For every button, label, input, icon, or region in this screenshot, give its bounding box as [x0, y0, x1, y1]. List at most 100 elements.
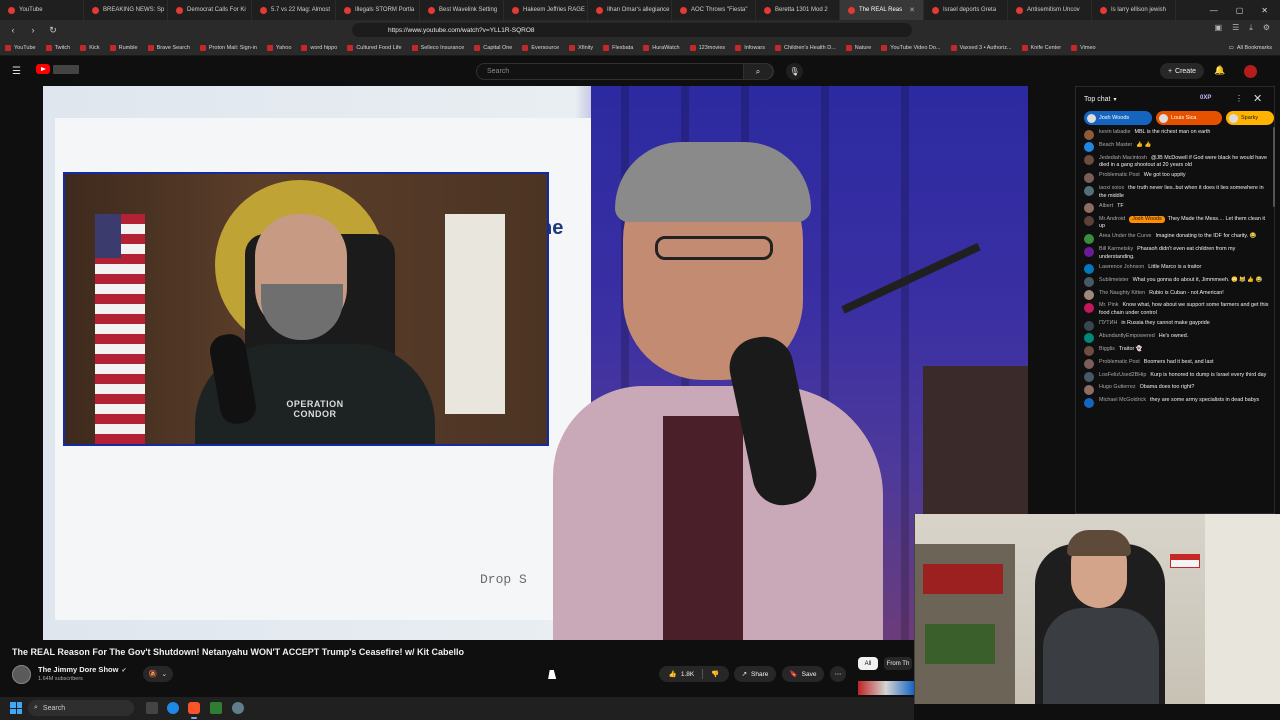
chat-author-avatar[interactable] [1084, 397, 1094, 408]
bookmark-item[interactable]: Yahoo [262, 44, 297, 51]
thumbs-up-icon[interactable]: 👍 [669, 670, 677, 678]
chat-author-name[interactable]: Beach Master [1099, 142, 1132, 148]
like-count[interactable]: 1.8K [681, 671, 694, 678]
save-button[interactable]: 🔖 Save [782, 666, 824, 682]
bookmark-item[interactable]: word hippo [296, 44, 342, 51]
chat-author-avatar[interactable] [1084, 172, 1094, 183]
chat-message[interactable]: AbundantlyEmpowered He's owned. [1084, 333, 1270, 344]
bookmark-item[interactable]: Selleco Insurance [407, 44, 470, 51]
chat-author-name[interactable]: LosFelizUsed2BHip [1099, 372, 1146, 378]
notifications-bell-icon[interactable]: 🔔 [1214, 65, 1225, 76]
browser-tab[interactable]: Israel deports Greta [924, 0, 1008, 20]
channel-avatar[interactable] [12, 665, 31, 684]
chat-author-name[interactable]: Albert [1099, 203, 1113, 209]
more-actions-icon[interactable]: ⋯ [830, 666, 846, 682]
forward-icon[interactable]: › [26, 23, 40, 37]
task-view-icon[interactable] [146, 702, 158, 714]
chat-message[interactable]: Mr. Pink Know what, how about we support … [1084, 302, 1270, 317]
chat-author-name[interactable]: Bill Karmetsky [1099, 246, 1133, 252]
bookmark-item[interactable]: Xfinity [564, 44, 598, 51]
minimize-icon[interactable]: — [1210, 6, 1218, 15]
browser-tab[interactable]: The REAL Reas ✕ [840, 0, 924, 20]
url-field[interactable]: https://www.youtube.com/watch?v=YLL1R-SQ… [352, 23, 912, 37]
bookmark-item[interactable]: Infowars [730, 44, 770, 51]
chat-author-avatar[interactable] [1084, 142, 1094, 153]
browser-tab[interactable]: Hakeem Jeffries RAGE [504, 0, 588, 20]
app-icon[interactable] [210, 702, 222, 714]
chat-message[interactable]: Lawrence Johnson Little Marco is a traito… [1084, 264, 1270, 275]
chat-message[interactable]: ПУТИН in Russia they cannot make gaypride [1084, 320, 1270, 331]
chat-author-name[interactable]: AbundantlyEmpowered [1099, 333, 1155, 339]
bookmark-item[interactable]: Flexbata [598, 44, 638, 51]
chat-author-avatar[interactable] [1084, 246, 1094, 257]
download-icon[interactable]: ⤓ [1249, 23, 1253, 33]
chat-author-name[interactable]: Bigglis [1099, 346, 1115, 352]
chat-message[interactable]: iaoxi xoiox the truth never lies..but whe… [1084, 185, 1270, 200]
edge-icon[interactable] [167, 702, 179, 714]
chat-message[interactable]: Area Under the Curve Imagine donating to … [1084, 233, 1270, 244]
chat-author-avatar[interactable] [1084, 277, 1094, 288]
bookmark-item[interactable]: Brave Search [143, 44, 195, 51]
browser-tab[interactable]: Democrat Calls For Ki [168, 0, 252, 20]
bookmark-item[interactable]: Twitch [41, 44, 76, 51]
menu-icon[interactable]: ☰ [1232, 23, 1239, 33]
browser-tab[interactable]: YouTube [0, 0, 84, 20]
browser-tab[interactable]: Illegals STORM Portla [336, 0, 420, 20]
chat-message[interactable]: Sublimeister What you gonna do about it, … [1084, 277, 1270, 288]
chat-author-avatar[interactable] [1084, 359, 1094, 370]
browser-tab[interactable]: Ilhan Omar's allegiance [588, 0, 672, 20]
bookmark-item[interactable]: Proton Mail: Sign-in [195, 44, 262, 51]
super-chat-ticker[interactable]: Josh Woods [1084, 111, 1152, 125]
maximize-icon[interactable]: ▢ [1236, 6, 1244, 15]
chat-author-name[interactable]: Mr. Pink [1099, 302, 1118, 308]
all-bookmarks-button[interactable]: ▭ All Bookmarks [1224, 45, 1280, 51]
chip-all[interactable]: All [858, 657, 878, 670]
super-chat-ticker[interactable]: Sparky [1226, 111, 1274, 125]
chat-message[interactable]: Albert TF [1084, 203, 1270, 214]
voice-search-icon[interactable]: 🎙 [786, 63, 803, 80]
chat-author-name[interactable]: Mr.Android [1099, 216, 1125, 222]
chat-message[interactable]: Bigglis Traitor 👻 [1084, 346, 1270, 357]
chat-author-name[interactable]: Michael McGoldrick [1099, 397, 1146, 403]
reload-icon[interactable]: ↻ [46, 23, 60, 37]
bookmark-item[interactable]: Nature [841, 44, 877, 51]
browser-tab[interactable]: Best Wavelink Setting [420, 0, 504, 20]
bookmark-item[interactable]: HuraWatch [638, 44, 684, 51]
brave-icon[interactable] [188, 702, 200, 714]
chat-author-avatar[interactable] [1084, 333, 1094, 344]
search-input[interactable]: Search ⌕ [476, 63, 774, 80]
chat-author-name[interactable]: Jedediah Macintosh [1099, 155, 1147, 161]
chat-message[interactable]: The Naughty Kitten Rubio is Cuban - not A… [1084, 290, 1270, 301]
chat-message[interactable]: Hugo Gutierrez Obama does too right? [1084, 384, 1270, 395]
chat-author-name[interactable]: Problematic Post [1099, 359, 1140, 365]
video-player[interactable]: ne Drop S OPERATION CONDOR [43, 86, 1028, 640]
chat-scrollbar[interactable] [1273, 127, 1275, 207]
chat-message[interactable]: LosFelizUsed2BHip Kurp is honored to dump… [1084, 372, 1270, 383]
chat-author-name[interactable]: iaoxi xoiox [1099, 185, 1124, 191]
chat-message[interactable]: Problematic Post Boomers had it best, and… [1084, 359, 1270, 370]
close-window-icon[interactable]: ✕ [1261, 6, 1268, 15]
chat-author-name[interactable]: Lawrence Johnson [1099, 264, 1144, 270]
chat-message[interactable]: Beach Master 👍 👍 [1084, 142, 1270, 153]
chat-message[interactable]: kevin labadie MBL is the richest man on e… [1084, 129, 1270, 140]
taskbar-search[interactable]: ⌕ Search [28, 700, 134, 716]
create-button[interactable]: + Create [1160, 63, 1204, 79]
youtube-logo[interactable] [36, 64, 79, 74]
chat-author-avatar[interactable] [1084, 302, 1094, 313]
hamburger-menu-icon[interactable]: ☰ [12, 66, 21, 77]
channel-name[interactable]: The Jimmy Dore Show ✔ [38, 665, 126, 674]
browser-tab[interactable]: Antisemitism Uncov [1008, 0, 1092, 20]
puzzle-icon[interactable]: ▣ [1215, 23, 1223, 33]
chat-author-name[interactable]: kevin labadie [1099, 129, 1130, 135]
chat-author-name[interactable]: Hugo Gutierrez [1099, 384, 1136, 390]
browser-tab[interactable]: AOC Throws "Fiesta" [672, 0, 756, 20]
chat-author-name[interactable]: ПУТИН [1099, 320, 1117, 326]
chip-from-channel[interactable]: From Th [884, 657, 912, 670]
chat-author-name[interactable]: Area Under the Curve [1099, 233, 1151, 239]
browser-tab[interactable]: Is larry ellison jewish [1092, 0, 1176, 20]
bookmark-item[interactable]: Rumble [105, 44, 143, 51]
chat-author-avatar[interactable] [1084, 346, 1094, 357]
chat-header[interactable]: Top chat ▾ [1076, 87, 1276, 111]
bookmark-item[interactable]: 123movies [685, 44, 731, 51]
settings-icon[interactable]: ⚙ [1263, 23, 1270, 33]
